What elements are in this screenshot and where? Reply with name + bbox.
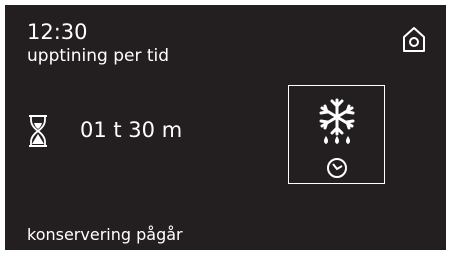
clock-time: 12:30 [27,20,88,44]
program-name: upptining per tid [27,46,170,66]
water-drops-icon [324,136,350,144]
defrost-mode-tile[interactable] [288,85,385,184]
home-icon [403,27,425,52]
status-text: konservering pågår [27,225,183,244]
hourglass-icon [29,115,47,147]
home-button[interactable] [398,23,430,55]
clock-icon [327,158,347,178]
appliance-display: 12:30 upptining per tid 01 t 30 m konser… [5,5,446,250]
snowflake-icon [319,98,355,136]
remaining-duration: 01 t 30 m [80,118,183,142]
